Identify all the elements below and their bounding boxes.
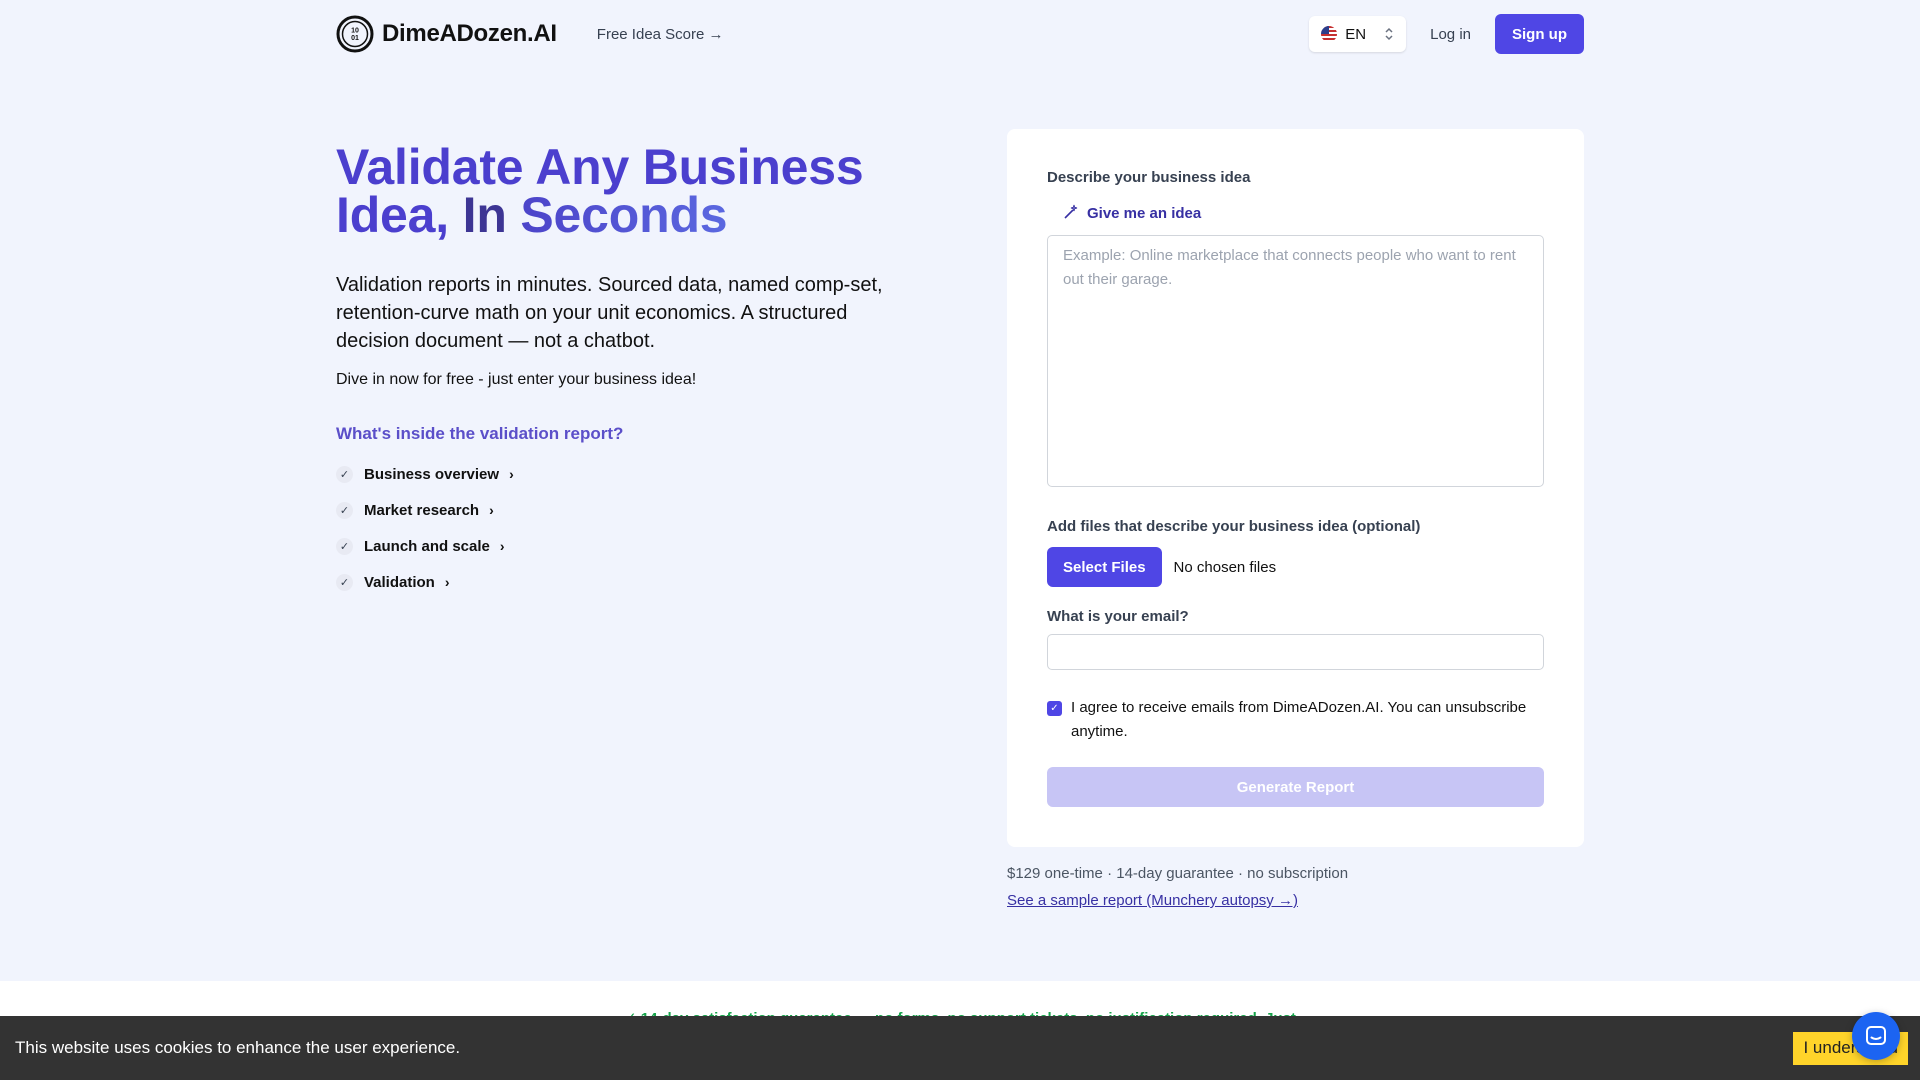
chevron-right-icon: › — [444, 574, 450, 590]
magic-wand-icon — [1063, 204, 1079, 223]
check-icon: ✓ — [336, 537, 353, 555]
feature-item-launch-and-scale[interactable]: ✓ Launch and scale › — [336, 528, 916, 564]
feature-label: Market research — [364, 501, 480, 519]
files-row: Select Files No chosen files — [1047, 547, 1544, 587]
language-selector[interactable]: EN — [1309, 16, 1407, 52]
files-label: Add files that describe your business id… — [1047, 518, 1421, 535]
free-idea-score-link[interactable]: Free Idea Score → — [597, 26, 724, 43]
brand[interactable]: 10 01 DimeADozen.AI — [336, 15, 557, 53]
check-icon: ✓ — [336, 501, 353, 519]
title-seconds: Seconds — [520, 187, 728, 243]
feature-label: Launch and scale — [364, 537, 490, 555]
main-content: Validate Any Business Idea, In Seconds V… — [336, 129, 1584, 909]
idea-form-card: Describe your business idea Give me an i… — [1007, 129, 1584, 847]
email-field[interactable] — [1047, 634, 1544, 670]
cookie-text: This website uses cookies to enhance the… — [15, 1038, 461, 1057]
chevron-right-icon: › — [499, 538, 505, 554]
check-icon: ✓ — [336, 465, 353, 483]
logo-icon: 10 01 — [336, 15, 374, 53]
email-consent: ✓ I agree to receive emails from DimeADo… — [1047, 696, 1544, 744]
hero-section: Validate Any Business Idea, In Seconds V… — [336, 129, 916, 909]
hero-description: Validation reports in minutes. Sourced d… — [336, 274, 883, 352]
chat-launcher[interactable] — [1852, 1012, 1900, 1060]
feature-list: ✓ Business overview › ✓ Market research … — [336, 456, 916, 600]
consent-text: I agree to receive emails from DimeADoze… — [1071, 699, 1527, 740]
chevron-right-icon: › — [509, 466, 514, 482]
pricing-meta: $129 one-time · 14-day guarantee · no su… — [1007, 865, 1349, 882]
no-files-text: No chosen files — [1173, 558, 1277, 576]
us-flag-icon — [1321, 26, 1338, 42]
sample-report-link[interactable]: See a sample report (Munchery autopsy →) — [1007, 892, 1584, 909]
title-in: In — [462, 187, 507, 243]
consent-checkbox[interactable]: ✓ — [1047, 701, 1062, 716]
select-files-button[interactable]: Select Files — [1047, 547, 1162, 587]
describe-idea-label: Describe your business idea — [1047, 169, 1251, 186]
chevron-right-icon: › — [489, 502, 494, 518]
feature-label: Business overview — [364, 465, 500, 483]
svg-text:01: 01 — [351, 35, 359, 42]
idea-textarea[interactable] — [1047, 235, 1544, 487]
svg-text:10: 10 — [351, 28, 359, 35]
site-header: 10 01 DimeADozen.AI Free Idea Score → EN… — [336, 0, 1584, 68]
feature-label: Validation — [364, 573, 435, 591]
check-icon: ✓ — [336, 573, 353, 591]
page-title: Validate Any Business Idea, In Seconds — [336, 142, 916, 240]
give-idea-label: Give me an idea — [1087, 205, 1202, 222]
give-me-an-idea-button[interactable]: Give me an idea — [1063, 204, 1544, 223]
feature-item-validation[interactable]: ✓ Validation › — [336, 564, 916, 600]
nav-left: 10 01 DimeADozen.AI Free Idea Score → — [336, 15, 724, 53]
language-code: EN — [1345, 25, 1367, 43]
hero-cta-text: Dive in now for free - just enter your b… — [336, 371, 697, 388]
form-section: Describe your business idea Give me an i… — [1007, 129, 1584, 909]
chat-icon — [1866, 1026, 1886, 1045]
nav-right: EN Log in Sign up — [1309, 14, 1584, 54]
generate-report-button[interactable]: Generate Report — [1047, 767, 1544, 807]
feature-item-business-overview[interactable]: ✓ Business overview › — [336, 456, 916, 492]
signup-button[interactable]: Sign up — [1495, 14, 1584, 54]
report-contents-title: What's inside the validation report? — [336, 424, 624, 443]
email-label: What is your email? — [1047, 608, 1189, 625]
login-link[interactable]: Log in — [1430, 26, 1471, 43]
brand-name: DimeADozen.AI — [382, 20, 557, 47]
feature-item-market-research[interactable]: ✓ Market research › — [336, 492, 916, 528]
chevron-updown-icon — [1384, 27, 1394, 41]
cookie-banner: This website uses cookies to enhance the… — [0, 1016, 1920, 1080]
